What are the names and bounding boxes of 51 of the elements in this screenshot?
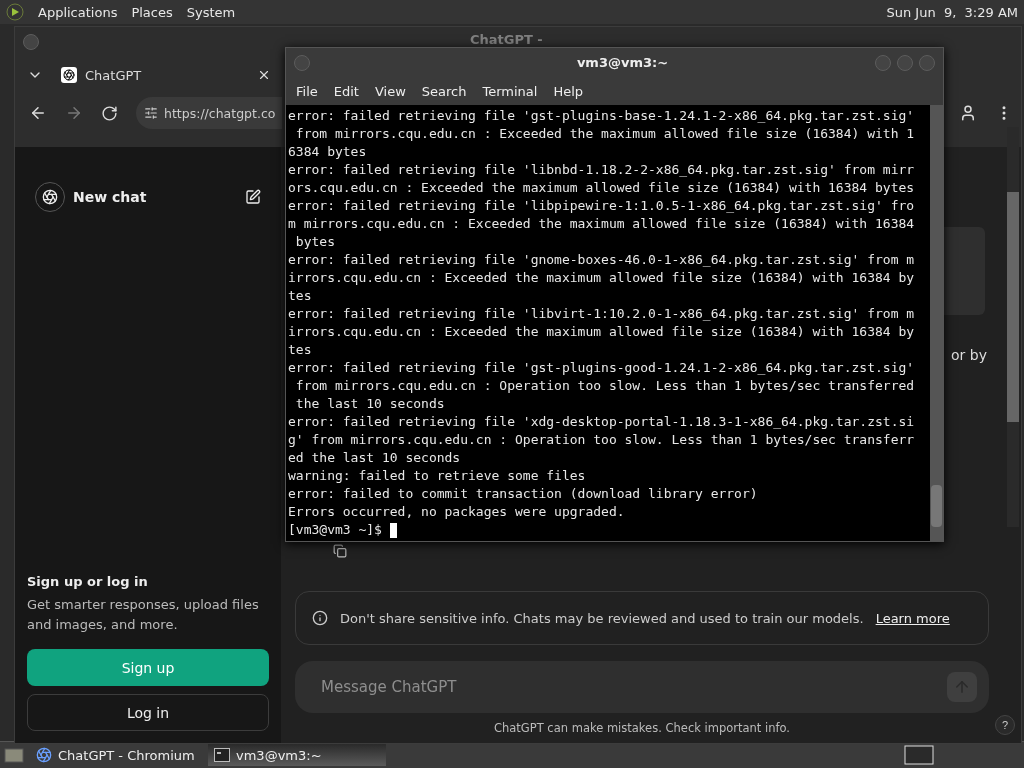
terminal-line: irrors.cqu.edu.cn : Exceeded the maximum allowed file size (16384) with 16384 by [288,269,916,287]
menu-item[interactable]: Help [545,83,592,99]
terminal-line: error: failed retrieving file 'xdg-desktop-portal-1.18.3-1-x86_64.pkg.tar.zst.si [288,413,916,431]
notice-text: Don't share sensitive info. Chats may be reviewed and used to train our models. [340,610,864,626]
terminal-prompt: [vm3@vm3 ~]$ [288,521,382,539]
message-field[interactable]: Message ChatGPT [319,677,947,697]
window-title: vm3@vm3:~ [575,55,670,70]
signup-heading: Sign up or log in [27,574,149,589]
terminal-line: error: failed retrieving file 'libnbd-1.18.2-2-x86_64.pkg.tar.zst.sig' from mirr [288,161,916,179]
menu-item[interactable]: Search [413,83,475,99]
taskbar-button[interactable]: vm3@vm3:~ [208,744,386,766]
terminal-line: error: failed retrieving file 'gst-plugins-base-1.24.1-2-x86_64.pkg.tar.zst.sig' [288,107,916,125]
terminal-line: irrors.cqu.edu.cn : Exceeded the maximum allowed file size (16384) with 16384 by [288,323,916,341]
terminal-line: Errors occurred, no packages were upgraded. [288,503,626,521]
browser-tab[interactable]: ChatGPT [61,60,271,90]
terminal-line: error: failed retrieving file 'gst-plugins-good-1.24.1-2-x86_64.pkg.tar.zst.sig' [288,359,916,377]
terminal-line: warning: failed to retrieve some files [288,467,587,485]
terminal-line: 6384 bytes [288,143,368,161]
terminal-line: g' from mirrors.cqu.edu.cn : Operation too slow. Less than 1 bytes/sec transferr [288,431,916,449]
terminal-line: the last 10 seconds [294,395,446,413]
log-in-button[interactable]: Log in [27,694,269,731]
learn-more-link[interactable]: Learn more [875,610,950,626]
terminal-line: bytes [294,233,336,251]
taskbar-button[interactable]: ChatGPT - Chromium [30,744,202,766]
terminal-line: tes [288,287,313,305]
terminal-line: error: failed retrieving file 'libpipewire-1:1.0.5-1-x86_64.pkg.tar.zst.sig' fro [288,197,916,215]
help-button[interactable]: ? [995,715,1015,735]
terminal-line: ed the last 10 seconds [288,449,462,467]
panel-menu[interactable]: Places [131,4,173,20]
panel-menu[interactable]: Applications [38,4,118,20]
menu-item[interactable]: Terminal [474,83,546,99]
panel-menu[interactable]: System [186,4,236,20]
terminal-line: from mirrors.cqu.edu.cn : Operation too slow. Less than 1 bytes/sec transferred [294,377,916,395]
address-bar[interactable]: https://chatgpt.co [136,97,282,129]
menu-item[interactable]: File [288,83,326,99]
terminal-line: m mirrors.cqu.edu.cn : Exceeded the maximum allowed file size (16384) with 16384 [288,215,916,233]
clock: Sun Jun 9, 3:29 AM [886,4,1018,20]
terminal-line: error: failed retrieving file 'libvirt-1:10.2.0-1-x86_64.pkg.tar.zst.sig' from m [288,305,916,323]
window-title: ChatGPT - [470,31,543,47]
partial-text: or by [951,347,987,363]
terminal-line: tes [288,341,313,359]
terminal-line: ors.cqu.edu.cn : Exceeded the maximum allowed file size (16384) with 16384 bytes [288,179,916,197]
menu-item[interactable]: View [366,83,414,99]
new-chat-item[interactable]: New chat [27,177,269,217]
signup-text: Get smarter responses, upload files and images, and more. [27,596,260,634]
disclaimer-text: ChatGPT can make mistakes. Check important info. [493,721,790,735]
terminal-line: error: failed retrieving file 'gnome-boxes-46.0-1-x86_64.pkg.tar.zst.sig' from m [288,251,916,269]
terminal-line: error: failed to commit transaction (download library error) [288,485,759,503]
terminal-line: from mirrors.cqu.edu.cn : Exceeded the maximum allowed file size (16384) with 1 [294,125,916,143]
message-box[interactable]: Message ChatGPT [295,661,989,713]
menu-item[interactable]: Edit [325,83,367,99]
